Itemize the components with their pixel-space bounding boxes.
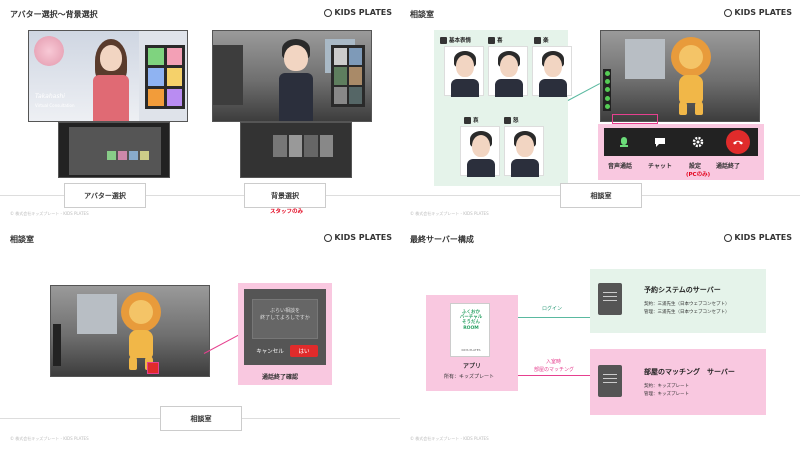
expression-icon (488, 36, 495, 44)
kids-plates-logo: KIDS PLATES (724, 8, 792, 17)
screenshot-sub: Virtual Consultation (35, 103, 75, 108)
logo-circle-icon (724, 233, 733, 242)
expression-tile-sad (460, 126, 500, 177)
expression-icon (440, 36, 447, 44)
background-select-screenshot (212, 30, 372, 122)
panel-consultation-end: 相談室 KIDS PLATES ぶらい相談を 終了してよろしですか キャンセル … (0, 225, 400, 450)
panel-title: アバター選択〜背景選択 (10, 10, 98, 19)
copyright: © 株式会社キッズプレート - KIDS PLATES (10, 436, 89, 441)
avatar-select-screenshot: Takahashi Virtual Consultation (28, 30, 188, 122)
logo-circle-icon (324, 233, 333, 242)
connector-line (567, 83, 601, 101)
copyright: © 株式会社キッズプレート - KIDS PLATES (410, 211, 489, 216)
kids-plates-logo: KIDS PLATES (324, 233, 392, 242)
voice-call-label: 音声通話 (608, 163, 633, 170)
expression-tile-angry (504, 126, 544, 177)
expression-label-fun: 楽 (534, 36, 549, 44)
matching-label-2: 部屋のマッチング (534, 367, 575, 373)
male-avatar (279, 39, 313, 121)
pc-only-note: (PCのみ) (686, 172, 711, 178)
expression-icon (534, 36, 541, 44)
panel-title: 最終サーバー構成 (410, 235, 474, 244)
kids-plates-logo: KIDS PLATES (724, 233, 792, 242)
staff-only-note: スタッフのみ (270, 209, 304, 215)
step-consultation-room: 相談室 (560, 183, 642, 208)
expression-tile-fun (532, 46, 572, 97)
logo-circle-icon (724, 8, 733, 17)
expression-tile-basic (444, 46, 484, 97)
panel-title: 相談室 (10, 235, 34, 244)
expression-toolbar[interactable] (53, 324, 61, 366)
expression-toolbar[interactable] (603, 69, 611, 111)
settings-label: 設定 (689, 163, 702, 170)
female-avatar (91, 39, 131, 121)
expression-label-joy: 喜 (488, 36, 503, 44)
flow-line (0, 195, 400, 196)
expression-label-sad: 哀 (464, 116, 479, 124)
settings-button[interactable] (688, 132, 708, 152)
logo-circle-icon (324, 8, 333, 17)
server1-title: 予約システムのサーバー (644, 286, 721, 294)
lion-avatar (121, 292, 161, 372)
expression-label-basic: 基本表情 (440, 36, 471, 44)
end-call-highlight[interactable] (147, 362, 159, 374)
dialog-cancel-button[interactable]: キャンセル (254, 345, 286, 357)
confirm-dialog: ぶらい相談を 終了してよろしですか キャンセル はい (244, 289, 326, 365)
server1-line2: 管理：三浦先生（日本ウェブコンセプト） (644, 310, 730, 315)
app-owner: 所有：キッズプレート (444, 374, 495, 380)
end-call-button[interactable] (726, 130, 750, 154)
voice-call-button[interactable] (614, 132, 634, 152)
background-grid[interactable] (331, 45, 365, 107)
consultation-room-screenshot (50, 285, 210, 377)
copyright: © 株式会社キッズプレート - KIDS PLATES (410, 436, 489, 441)
server2-title: 部屋のマッチング サーバー (644, 368, 735, 376)
step-consultation-room: 相談室 (160, 406, 242, 431)
matching-label-1: 入室時 (546, 359, 562, 365)
step-avatar-select: アバター選択 (64, 183, 146, 208)
login-label: ログイン (542, 306, 563, 312)
chat-button[interactable] (650, 132, 670, 152)
consultation-room-screenshot (600, 30, 760, 122)
server-icon (598, 365, 622, 397)
background-mini-screenshot (240, 122, 352, 178)
avatar-grid[interactable] (145, 45, 185, 109)
dialog-text: ぶらい相談を 終了してよろしですか (260, 308, 310, 321)
end-call-label: 通話終了 (716, 163, 741, 170)
app-card: ふくおか バーチャル そうだん ROOM KIDS PLATES (450, 303, 490, 357)
login-connector (518, 317, 590, 318)
highlight-controls-frame (612, 114, 658, 124)
screenshot-name: Takahashi (35, 93, 65, 100)
app-label: アプリ (463, 363, 482, 370)
panel-server-architecture: 最終サーバー構成 KIDS PLATES ふくおか バーチャル そうだん ROO… (400, 225, 800, 450)
dialog-ok-button[interactable]: はい (290, 345, 318, 357)
expression-icon (504, 116, 511, 124)
lion-avatar (671, 37, 711, 117)
server-icon (598, 283, 622, 315)
matching-connector (518, 375, 590, 376)
panel-title: 相談室 (410, 10, 434, 19)
server2-line2: 管理：キッズプレート (644, 392, 689, 397)
step-background-select: 背景選択 (244, 183, 326, 208)
app-card-sub: KIDS PLATES (461, 348, 481, 352)
panel-consultation-room: 相談室 KIDS PLATES 基本表情 喜 楽 哀 怒 音声通話 チャット 設… (400, 0, 800, 225)
copyright: © 株式会社キッズプレート - KIDS PLATES (10, 211, 89, 216)
expression-icon (464, 116, 471, 124)
kids-plates-logo: KIDS PLATES (324, 8, 392, 17)
server2-line1: 契約：キッズプレート (644, 384, 689, 389)
app-card-text: ふくおか バーチャル そうだん ROOM (459, 310, 483, 331)
expression-label-angry: 怒 (504, 116, 519, 124)
avatar-mini-screenshot (58, 122, 170, 178)
confirm-label: 通話終了確認 (262, 374, 299, 381)
server1-line1: 契約：三浦先生（日本ウェブコンセプト） (644, 302, 730, 307)
chat-label: チャット (648, 163, 672, 170)
expression-tile-joy (488, 46, 528, 97)
panel-avatar-background-selection: アバター選択〜背景選択 KIDS PLATES Takahashi Virtua… (0, 0, 400, 225)
